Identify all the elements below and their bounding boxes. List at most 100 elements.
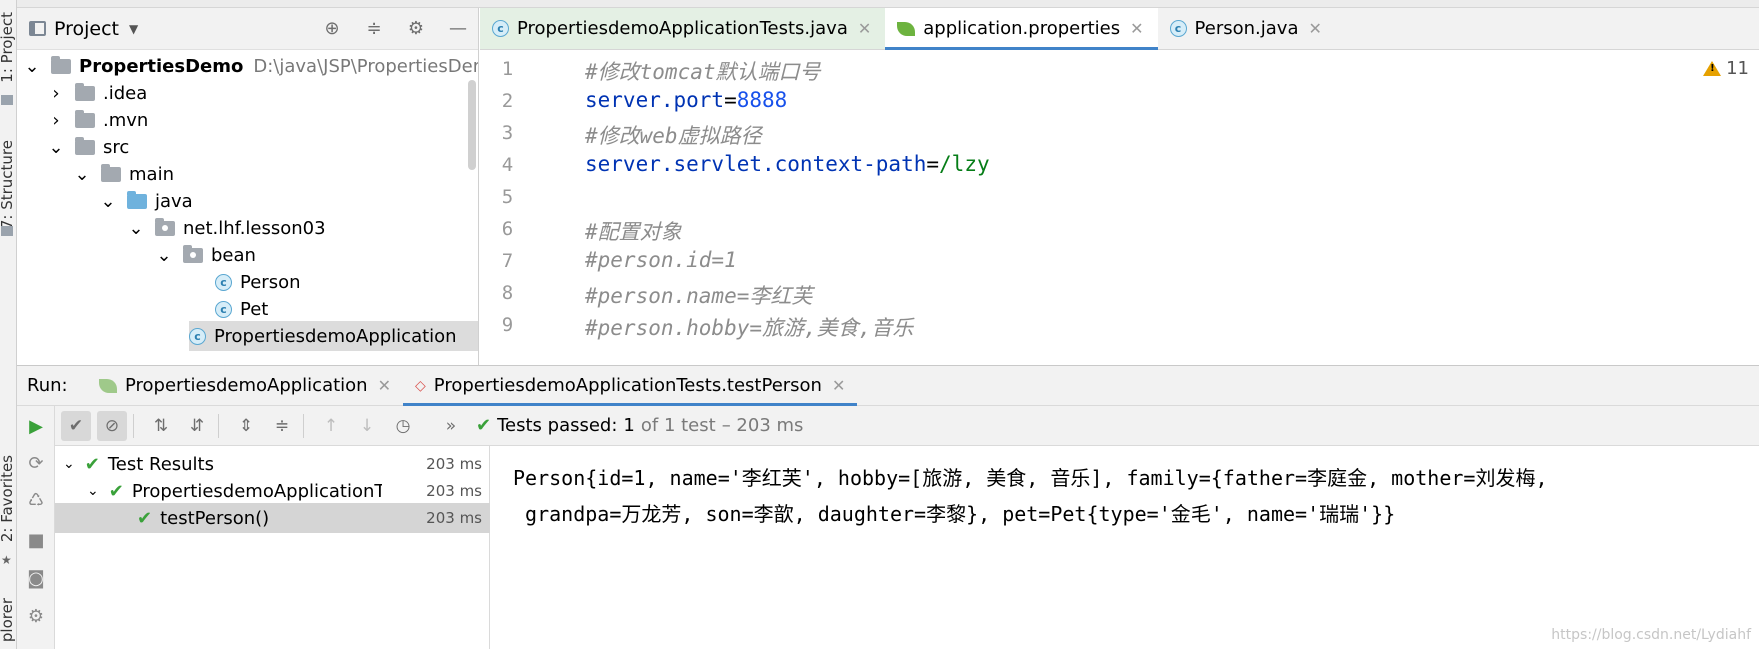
source-folder-icon	[127, 190, 147, 209]
chevron-down-icon[interactable]: ⌄	[48, 137, 63, 158]
status-passed: Tests passed:	[497, 415, 618, 436]
tab-person-java[interactable]: c Person.java ✕	[1158, 8, 1336, 49]
run-tab-test-person[interactable]: ◇ PropertiesdemoApplicationTests.testPer…	[403, 366, 858, 406]
tree-item-propertiesdemo[interactable]: ⌄ PropertiesDemo D:\java\JSP\PropertiesD…	[24, 51, 478, 81]
code-line-9[interactable]: #person.hobby=旅游,美食,音乐	[585, 312, 913, 342]
comment-text: #person.name=李红芙	[585, 284, 813, 308]
collapse-all-icon[interactable]: ≑	[267, 411, 297, 441]
tree-item-main[interactable]: ⌄ main	[74, 159, 174, 189]
code-line-4[interactable]: server.servlet.context-path=/lzy	[585, 152, 990, 176]
class-icon: c	[215, 300, 232, 318]
toolbar-divider	[303, 413, 304, 438]
warning-icon	[1703, 61, 1722, 76]
project-tool-button[interactable]: 1: Project	[0, 12, 16, 83]
favorites-tool-button[interactable]: 2: Favorites	[0, 455, 16, 542]
show-passed-icon[interactable]: ✔	[61, 410, 91, 441]
settings-icon[interactable]: ⚙	[24, 604, 48, 628]
test-toolbar: ✔ ⊘ ⇅ ⇵ ⇕ ≑ ↑ ↓ ◷ » ✔ Tests passed: 1 of…	[55, 406, 1759, 446]
project-panel: Project ▼ ⊕ ≑ ⚙ — ⌄ PropertiesDemo D:\ja…	[17, 8, 479, 365]
test-results-root[interactable]: ⌄ ✔ Test Results 203 ms	[55, 449, 490, 479]
star-icon: ★	[1, 553, 12, 567]
console-output[interactable]: Person{id=1, name='李红芙', hobby=[旅游, 美食, …	[491, 446, 1759, 649]
chevron-right-icon[interactable]: ›	[49, 110, 63, 131]
tree-item-package-lesson03[interactable]: ⌄ net.lhf.lesson03	[128, 213, 326, 243]
close-icon[interactable]: ✕	[1130, 19, 1143, 38]
structure-tool-icon	[1, 226, 13, 236]
gear-icon[interactable]: ⚙	[404, 16, 428, 40]
status-count: 1	[623, 415, 635, 436]
tree-item-application[interactable]: c PropertiesdemoApplication	[189, 321, 478, 351]
show-ignored-icon[interactable]: ⊘	[97, 410, 127, 441]
chevron-down-icon[interactable]: ⌄	[24, 56, 39, 77]
tree-item-src[interactable]: ⌄ src	[48, 132, 129, 162]
chevron-down-icon[interactable]: ⌄	[74, 164, 89, 185]
tree-item-person[interactable]: c Person	[215, 267, 301, 297]
rerun-icon[interactable]: ▶	[24, 414, 48, 438]
tree-item-label: PropertiesdemoApplication	[214, 325, 457, 347]
minimize-icon[interactable]: —	[446, 16, 470, 40]
tree-scrollbar[interactable]	[468, 80, 476, 170]
left-tool-strip: 1: Project 7: Structure 2: Favorites ★ p…	[0, 0, 17, 649]
run-side-toolbar: ▶ ⟳ ♺ ■ ◙ ⚙	[17, 406, 55, 649]
folder-icon	[75, 82, 95, 101]
code-line-8[interactable]: #person.name=李红芙	[585, 280, 812, 310]
chevron-right-icon: ◇	[415, 377, 426, 394]
tree-item-label: .idea	[103, 82, 148, 104]
line-number: 1	[501, 58, 514, 80]
run-tab-label: PropertiesdemoApplicationTests.testPerso…	[433, 375, 822, 396]
explorer-tool-button[interactable]: plorer	[0, 598, 16, 642]
tab-application-properties[interactable]: application.properties ✕	[885, 8, 1158, 50]
chevron-down-icon[interactable]: ⌄	[63, 456, 75, 472]
tree-item-label: net.lhf.lesson03	[183, 217, 326, 239]
tab-propertiesdemo-application-tests[interactable]: c PropertiesdemoApplicationTests.java ✕	[480, 8, 886, 49]
close-icon[interactable]: ✕	[1308, 19, 1321, 38]
toggle-auto-test-icon[interactable]: ♺	[24, 488, 48, 512]
code-line-6[interactable]: #配置对象	[585, 216, 682, 246]
sort-duration-icon[interactable]: ⇵	[182, 411, 212, 441]
close-icon[interactable]: ✕	[378, 376, 391, 395]
line-number: 6	[501, 218, 514, 240]
check-icon: ✔	[137, 507, 153, 529]
property-value: /lzy	[939, 152, 990, 176]
arrow-up-icon[interactable]: ↑	[316, 411, 346, 441]
chevron-down-icon[interactable]: ⌄	[100, 191, 115, 212]
locate-icon[interactable]: ⊕	[320, 16, 344, 40]
tree-item-label: .mvn	[103, 109, 149, 131]
tree-item-idea[interactable]: › .idea	[49, 78, 147, 108]
rerun-failed-icon[interactable]: ⟳	[24, 451, 48, 475]
result-duration: 203 ms	[422, 482, 482, 500]
run-tab-propertiesdemo-application[interactable]: PropertiesdemoApplication ✕	[87, 366, 403, 405]
test-method-row[interactable]: ✔ testPerson() 203 ms	[55, 503, 490, 533]
close-icon[interactable]: ✕	[858, 19, 871, 38]
chevron-down-icon[interactable]: ⌄	[128, 218, 143, 239]
collapse-all-icon[interactable]: ≑	[362, 16, 386, 40]
sort-alpha-icon[interactable]: ⇅	[146, 411, 176, 441]
chevron-down-icon[interactable]: ▼	[129, 22, 138, 36]
property-key: server.servlet.context-path	[585, 152, 927, 176]
tab-label: application.properties	[923, 18, 1121, 39]
chevron-right-icon[interactable]: ›	[49, 83, 63, 104]
folder-icon	[75, 136, 95, 155]
chevron-down-icon[interactable]: ⌄	[156, 245, 171, 266]
history-icon[interactable]: ◷	[388, 411, 418, 441]
watermark: https://blog.csdn.net/Lydiahf	[1551, 627, 1751, 643]
test-class-row[interactable]: ⌄ ✔ PropertiesdemoApplicationTests 203 m…	[55, 476, 490, 506]
tree-item-java[interactable]: ⌄ java	[100, 186, 193, 216]
more-icon[interactable]: »	[436, 411, 466, 441]
tree-item-mvn[interactable]: › .mvn	[49, 105, 148, 135]
chevron-down-icon[interactable]: ⌄	[87, 483, 99, 499]
code-line-2[interactable]: server.port=8888	[585, 88, 787, 112]
tree-item-package-bean[interactable]: ⌄ bean	[156, 240, 256, 270]
close-icon[interactable]: ✕	[832, 376, 845, 395]
tree-item-pet[interactable]: c Pet	[215, 294, 268, 324]
structure-tool-button[interactable]: 7: Structure	[0, 140, 16, 229]
stop-icon[interactable]: ■	[24, 528, 48, 552]
arrow-down-icon[interactable]: ↓	[352, 411, 382, 441]
expand-all-icon[interactable]: ⇕	[231, 411, 261, 441]
code-line-7[interactable]: #person.id=1	[585, 248, 737, 272]
inspection-widget[interactable]: 11	[1703, 58, 1749, 79]
project-panel-title[interactable]: Project	[54, 18, 119, 40]
camera-icon[interactable]: ◙	[24, 566, 48, 590]
code-line-3[interactable]: #修改web虚拟路径	[585, 120, 762, 150]
code-line-1[interactable]: #修改tomcat默认端口号	[585, 56, 821, 86]
